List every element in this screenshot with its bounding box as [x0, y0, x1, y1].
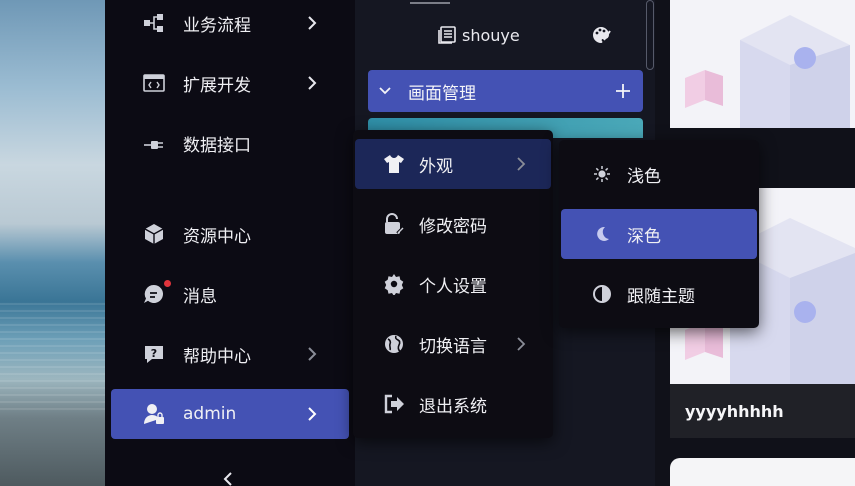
sun-icon	[591, 163, 613, 185]
screen-card[interactable]	[670, 0, 855, 128]
tree-item-label: shouye	[462, 25, 520, 45]
sidebar-item-label: 数据接口	[183, 135, 251, 156]
logout-icon	[383, 393, 405, 415]
menu-item-label: 修改密码	[419, 216, 487, 237]
svg-text:?: ?	[151, 347, 157, 360]
shirt-icon	[383, 153, 405, 175]
moon-icon	[591, 223, 613, 245]
sidebar-item-label: 消息	[183, 286, 217, 307]
chevron-right-icon	[308, 407, 317, 421]
menu-item-logout[interactable]: 退出系统	[355, 379, 551, 429]
notification-dot	[164, 280, 171, 287]
user-menu: 外观 修改密码 个人设置 切换语言 退出系统	[353, 130, 553, 438]
menu-item-label: 切换语言	[419, 336, 487, 357]
chevron-right-icon	[308, 347, 317, 361]
sidebar-item-label: admin	[183, 404, 237, 424]
menu-item-personal-settings[interactable]: 个人设置	[355, 259, 551, 309]
chevron-right-icon	[517, 337, 526, 351]
menu-item-label: 退出系统	[419, 396, 487, 417]
chevron-right-icon	[308, 76, 317, 90]
sidebar: 业务流程 扩展开发 数据接口 资源中心 消息 ? 帮助中心 admin	[105, 0, 355, 486]
chevron-down-icon	[379, 87, 391, 95]
menu-item-light-theme[interactable]: 浅色	[561, 149, 757, 199]
menu-item-label: 深色	[627, 226, 661, 247]
tree-scrollbar[interactable]	[646, 0, 654, 70]
page-icon	[438, 26, 456, 44]
menu-item-label: 个人设置	[419, 276, 487, 297]
menu-item-appearance[interactable]: 外观	[355, 139, 551, 189]
card-thumbnail	[670, 0, 855, 128]
gear-icon	[383, 273, 405, 295]
menu-item-follow-system[interactable]: 跟随主题	[561, 269, 757, 319]
menu-item-switch-language[interactable]: 切换语言	[355, 319, 551, 369]
sidebar-item-admin[interactable]: admin	[111, 389, 349, 439]
background-photo	[0, 0, 105, 486]
message-icon	[143, 283, 165, 305]
sidebar-item-label: 资源中心	[183, 226, 251, 247]
sidebar-item-label: 帮助中心	[183, 346, 251, 367]
cube-icon	[143, 223, 165, 245]
sidebar-item-business-flow[interactable]: 业务流程	[111, 0, 349, 48]
menu-item-label: 外观	[419, 156, 453, 177]
sidebar-item-extension-dev[interactable]: 扩展开发	[111, 58, 349, 108]
menu-item-change-password[interactable]: 修改密码	[355, 199, 551, 249]
sidebar-item-data-interface[interactable]: 数据接口	[111, 118, 349, 168]
unlock-icon	[383, 213, 405, 235]
tree-item-partial	[410, 0, 450, 4]
chevron-right-icon	[517, 157, 526, 171]
add-icon[interactable]	[614, 82, 632, 100]
sidebar-item-label: 业务流程	[183, 15, 251, 36]
contrast-icon	[591, 283, 613, 305]
user-icon	[143, 403, 165, 425]
card-caption: yyyyhhhhh	[685, 402, 784, 421]
menu-item-dark-theme[interactable]: 深色	[561, 209, 757, 259]
tree-item-shouye[interactable]: shouye	[438, 22, 520, 48]
code-window-icon	[143, 72, 165, 94]
flow-icon	[143, 12, 165, 34]
menu-item-label: 跟随主题	[627, 286, 695, 307]
globe-icon	[383, 333, 405, 355]
sidebar-item-help-center[interactable]: ? 帮助中心	[111, 329, 349, 379]
sidebar-item-messages[interactable]: 消息	[111, 269, 349, 319]
tree-group-label: 画面管理	[408, 83, 476, 104]
sidebar-item-label: 扩展开发	[183, 75, 251, 96]
tree-group-screen-management[interactable]: 画面管理	[368, 70, 643, 112]
palette-icon[interactable]	[591, 25, 611, 45]
screen-card[interactable]	[670, 458, 855, 486]
plug-icon	[143, 132, 165, 154]
menu-item-label: 浅色	[627, 166, 661, 187]
chevron-right-icon	[308, 16, 317, 30]
appearance-submenu: 浅色 深色 跟随主题	[559, 140, 759, 328]
sidebar-item-resource-center[interactable]: 资源中心	[111, 209, 349, 259]
collapse-sidebar-icon[interactable]	[220, 472, 236, 486]
help-icon: ?	[143, 343, 165, 365]
